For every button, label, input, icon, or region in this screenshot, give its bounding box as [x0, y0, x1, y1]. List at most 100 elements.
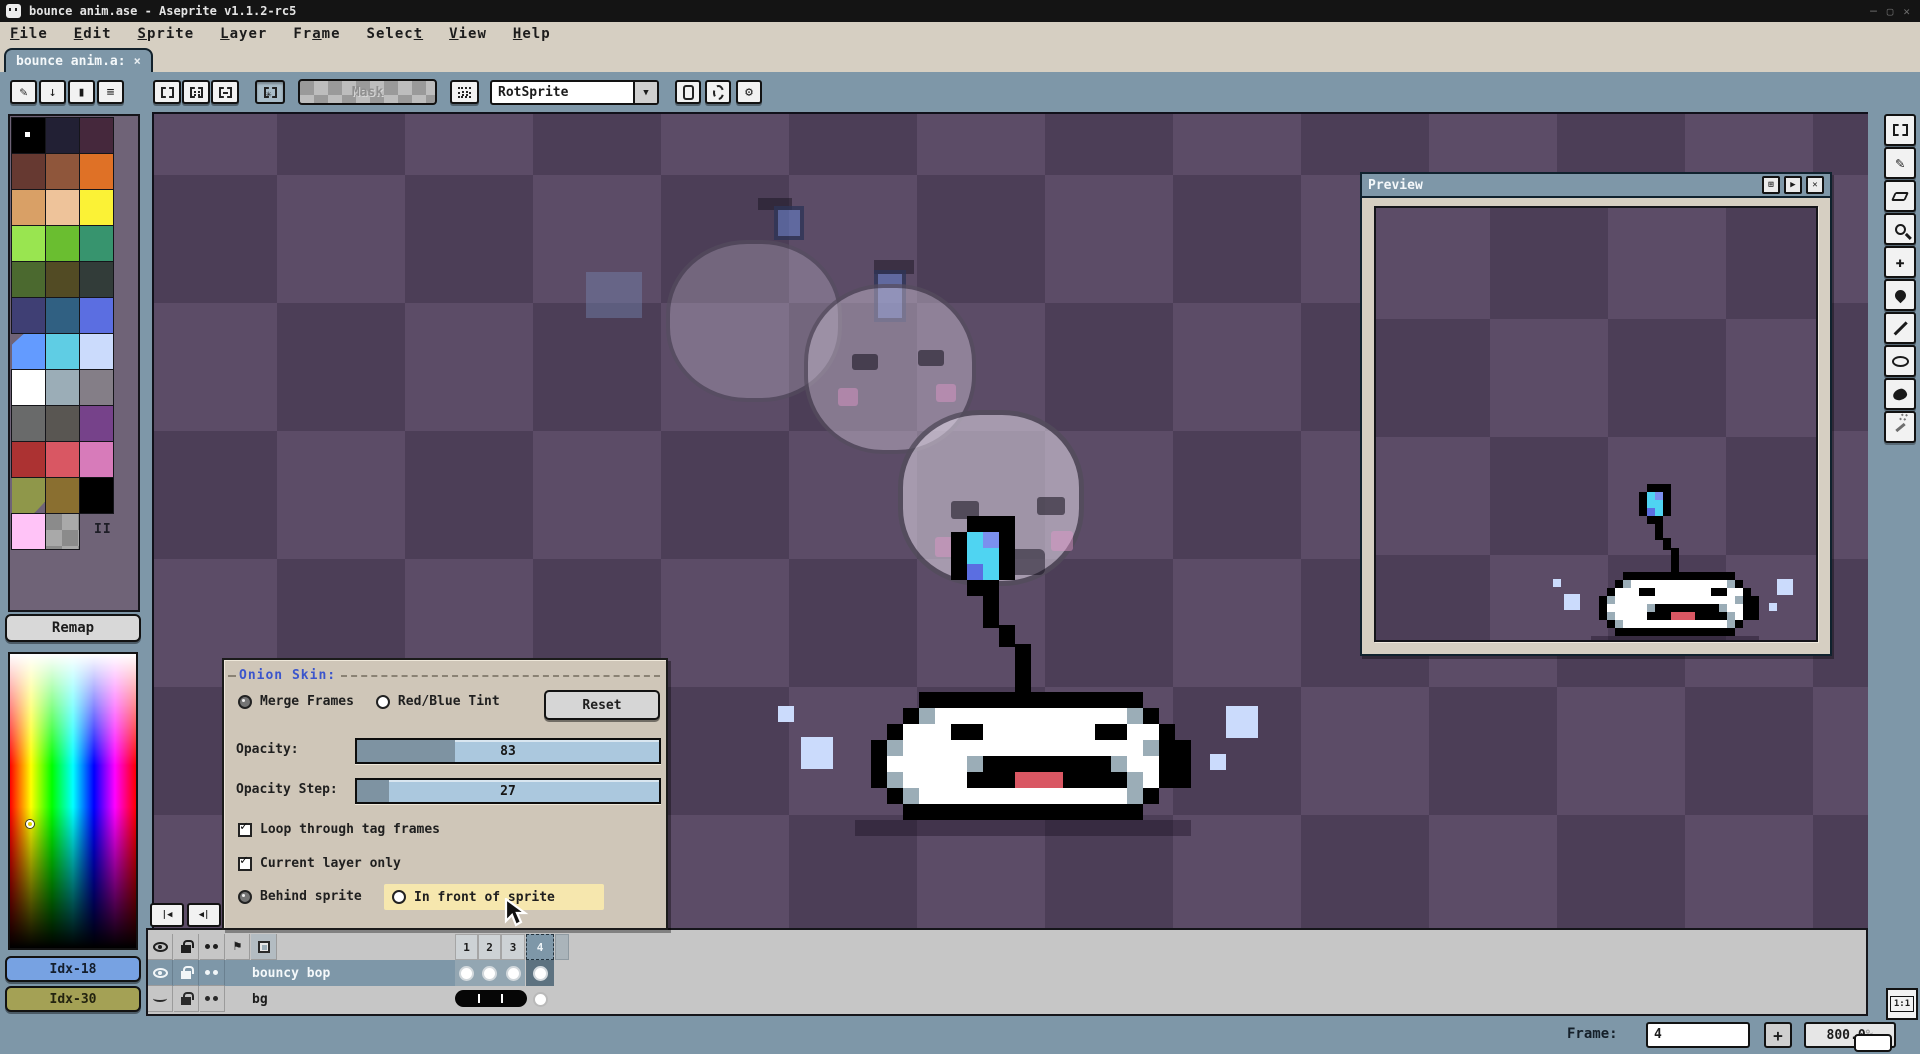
palette-swatch[interactable] — [46, 514, 79, 549]
mask-button[interactable]: Mask — [298, 79, 437, 105]
frame-header-1[interactable]: 1 — [455, 934, 478, 960]
zoom-tool[interactable] — [1884, 213, 1916, 245]
palette-swatch[interactable] — [12, 298, 45, 333]
menu-sprite[interactable]: Sprite — [138, 26, 195, 42]
remap-button[interactable]: Remap — [5, 614, 141, 642]
palette-swatch[interactable] — [80, 190, 113, 225]
cel-bouncy-bop-1[interactable] — [455, 960, 478, 986]
palette-swatch[interactable] — [46, 226, 79, 261]
pencil-mode-button[interactable]: ✎ — [10, 80, 37, 104]
preview-play-icon[interactable]: ▶ — [1784, 176, 1802, 194]
palette-swatch[interactable] — [46, 478, 79, 513]
red-blue-tint-radio[interactable] — [376, 695, 390, 709]
loop-tag-frames-checkbox[interactable]: ✓ — [238, 823, 252, 837]
bouncy-bop-continuous-toggle[interactable] — [200, 960, 225, 986]
bouncy-bop-visibility-toggle[interactable] — [148, 960, 173, 986]
palette-swatch[interactable] — [80, 442, 113, 477]
palette-swatch[interactable] — [80, 226, 113, 261]
rotation-algorithm-dropdown[interactable]: RotSprite ▼ — [490, 80, 659, 105]
palette-swatch[interactable] — [46, 154, 79, 189]
maximize-icon[interactable]: ▢ — [1887, 5, 1894, 18]
prev-frame-button[interactable]: ◀| — [187, 903, 221, 927]
preview-window[interactable]: Preview ⊞ ▶ ✕ — [1360, 172, 1832, 656]
reset-button[interactable]: Reset — [544, 690, 660, 720]
timeline-scroll-box[interactable] — [1854, 1034, 1892, 1052]
preview-title-bar[interactable]: Preview ⊞ ▶ ✕ — [1360, 172, 1832, 198]
spectrum-marker[interactable] — [26, 820, 34, 828]
toggle-continuous-column[interactable] — [200, 934, 225, 960]
bg-visibility-toggle[interactable] — [148, 986, 173, 1012]
ellipse-tool[interactable] — [1884, 345, 1916, 377]
palette-swatch[interactable] — [12, 406, 45, 441]
cel-bouncy-bop-3[interactable] — [501, 960, 525, 986]
layer-row-bg[interactable]: bg — [148, 986, 1866, 1012]
color-spectrum-picker[interactable] — [8, 652, 138, 950]
palette-swatch[interactable] — [12, 370, 45, 405]
in-front-of-sprite-radio[interactable] — [392, 890, 406, 904]
frame-header-3[interactable]: 3 — [501, 934, 525, 960]
tags-header-button[interactable]: ⚑ — [226, 934, 250, 960]
palette-swatch[interactable] — [80, 298, 113, 333]
onion-skin-dialog[interactable]: Onion Skin: Merge Frames Red/Blue Tint R… — [222, 658, 668, 930]
add-frame-button[interactable]: + — [1764, 1022, 1792, 1048]
tab-close-icon[interactable]: × — [134, 54, 141, 68]
menu-select[interactable]: Select — [367, 26, 424, 42]
close-icon[interactable]: ✕ — [1903, 5, 1910, 18]
palette-swatch[interactable] — [80, 478, 113, 513]
foreground-index-button[interactable]: Idx-18 — [5, 956, 141, 982]
ellipse-option-button[interactable] — [705, 80, 731, 104]
chevron-down-icon[interactable]: ▼ — [633, 82, 657, 103]
palette-swatch[interactable] — [12, 514, 45, 549]
palette-resize-mark[interactable]: II — [94, 522, 112, 537]
bouncy-bop-lock-toggle[interactable] — [174, 960, 199, 986]
layer-name-bouncy-bop[interactable]: bouncy bop — [252, 960, 330, 986]
palette-swatch[interactable] — [80, 262, 113, 297]
palette-swatch[interactable] — [12, 334, 45, 369]
contour-tool[interactable] — [1884, 378, 1916, 410]
eraser-tool[interactable] — [1884, 180, 1916, 212]
bg-lock-toggle[interactable] — [174, 986, 199, 1012]
go-first-frame-button[interactable]: |◀ — [150, 903, 184, 927]
palette-swatch[interactable] — [12, 262, 45, 297]
current-layer-only-checkbox[interactable]: ✓ — [238, 857, 252, 871]
toggle-lock-column[interactable] — [174, 934, 199, 960]
fill-button[interactable]: ▮ — [68, 80, 95, 104]
frame-header-4-selected[interactable]: 4 — [526, 934, 554, 960]
menu-edit[interactable]: Edit — [74, 26, 112, 42]
in-front-of-sprite-option[interactable]: In front of sprite — [384, 884, 604, 910]
palette-swatch[interactable] — [12, 190, 45, 225]
selection-replace-button[interactable] — [153, 80, 181, 104]
line-tool[interactable] — [1884, 312, 1916, 344]
move-tool[interactable]: ✚ — [1884, 246, 1916, 278]
palette-swatch[interactable] — [46, 334, 79, 369]
frame-header-next-partial[interactable] — [555, 934, 569, 960]
settings-option-button[interactable]: ⚙ — [736, 80, 762, 104]
opacity-step-slider[interactable]: 27 — [355, 778, 661, 804]
palette-swatch[interactable] — [46, 298, 79, 333]
palette-swatch[interactable] — [46, 370, 79, 405]
layer-row-bouncy-bop[interactable]: bouncy bop — [148, 960, 1866, 986]
palette-swatch[interactable] — [12, 442, 45, 477]
pencil-tool[interactable]: ✎ — [1884, 147, 1916, 179]
marquee-tool[interactable] — [1884, 114, 1916, 146]
drop-button[interactable]: ↓ — [39, 80, 66, 104]
palette-swatch[interactable] — [12, 226, 45, 261]
palette-swatch[interactable] — [12, 118, 45, 153]
cel-bouncy-bop-2[interactable] — [478, 960, 501, 986]
opacity-slider[interactable]: 83 — [355, 738, 661, 764]
tab-bounce-anim[interactable]: bounce anim.a: × — [4, 48, 153, 72]
options-button[interactable]: ≡ — [97, 80, 124, 104]
menu-file[interactable]: File — [10, 26, 48, 42]
palette-swatch[interactable] — [12, 154, 45, 189]
background-index-button[interactable]: Idx-30 — [5, 986, 141, 1012]
menu-layer[interactable]: Layer — [220, 26, 267, 42]
menu-view[interactable]: View — [449, 26, 487, 42]
palette-swatch[interactable] — [46, 406, 79, 441]
palette-swatch[interactable] — [80, 118, 113, 153]
selection-add-button[interactable] — [182, 80, 210, 104]
paint-bucket-tool[interactable] — [1884, 279, 1916, 311]
palette-swatch[interactable] — [46, 442, 79, 477]
spray-tool[interactable] — [1884, 411, 1916, 443]
palette-swatch[interactable] — [80, 406, 113, 441]
selection-magic-button[interactable]: ✳ — [255, 80, 285, 104]
